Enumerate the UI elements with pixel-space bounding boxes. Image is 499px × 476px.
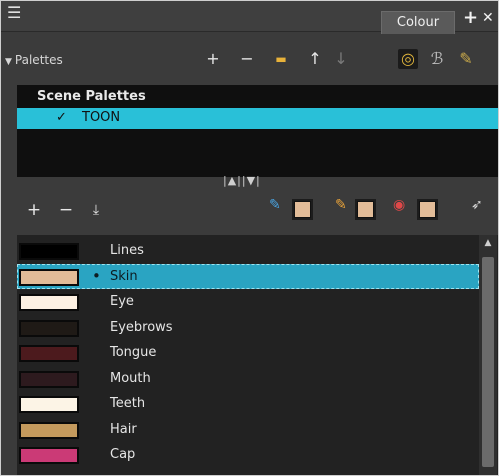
colour-name: Eyebrows: [110, 319, 173, 335]
colour-item-lines[interactable]: Lines: [17, 238, 479, 263]
colour-item-eyebrows[interactable]: Eyebrows: [17, 315, 479, 340]
colour-item-hair[interactable]: Hair: [17, 417, 479, 442]
edit-palette-icon[interactable]: ℬ: [427, 49, 447, 69]
folder-icon[interactable]: ▬: [271, 49, 291, 69]
brush-colour-swatch[interactable]: [294, 201, 311, 218]
colour-swatch[interactable]: [19, 294, 79, 311]
colour-name: Hair: [110, 421, 137, 437]
colour-swatch[interactable]: [19, 268, 79, 286]
colour-item-mouth[interactable]: Mouth: [17, 366, 479, 391]
add-texture-icon[interactable]: ⤓: [85, 199, 107, 221]
palettes-toolbar: ▼ Palettes + − ▬ ↑ ↓ ◎ ℬ ✎: [1, 39, 498, 79]
colour-panel: ☰ Colour + ✕ ▼ Palettes + − ▬ ↑ ↓ ◎ ℬ ✎ S…: [0, 0, 499, 476]
colour-toolbar: + − ⤓ ✎ ✎ ◉ ➶: [1, 193, 498, 229]
scrollbar[interactable]: ▲: [479, 235, 497, 475]
colour-item-skin[interactable]: • Skin: [17, 263, 479, 289]
close-icon[interactable]: ✕: [482, 10, 494, 26]
scroll-thumb[interactable]: [482, 257, 494, 467]
triangle-down-icon: ▼: [5, 57, 12, 67]
palettes-label: Palettes: [14, 53, 63, 67]
colour-name: Mouth: [110, 370, 151, 386]
scroll-up-icon[interactable]: ▲: [479, 235, 497, 251]
colour-name: Eye: [110, 294, 134, 309]
move-up-icon[interactable]: ↑: [305, 49, 325, 69]
add-palette-icon[interactable]: +: [203, 49, 223, 69]
colour-name: Lines: [110, 243, 144, 258]
remove-colour-icon[interactable]: −: [55, 199, 77, 221]
pencil-colour-swatch[interactable]: [357, 201, 374, 218]
colour-swatch[interactable]: [19, 370, 79, 388]
colour-name: Teeth: [110, 396, 146, 411]
colour-item-cap[interactable]: Cap: [17, 442, 479, 467]
colour-swatch[interactable]: [19, 243, 79, 260]
menu-icon[interactable]: ☰: [7, 5, 21, 21]
colour-swatch[interactable]: [19, 319, 79, 337]
palette-item-label: TOON: [82, 110, 121, 125]
colour-name: Skin: [110, 268, 138, 284]
palette-item-toon[interactable]: ✓ TOON: [17, 108, 498, 129]
colour-list: Cap Hair Teeth Mouth Tongue Eyebrows Eye • Skin L…: [17, 235, 498, 475]
panel-titlebar: ☰ Colour + ✕: [1, 1, 498, 34]
colour-swatch[interactable]: [19, 447, 79, 464]
palette-list: Scene Palettes ✓ TOON: [17, 85, 498, 177]
check-icon: ✓: [56, 110, 67, 125]
colour-item-tongue[interactable]: Tongue: [17, 340, 479, 365]
palette-lock-icon[interactable]: ◎: [398, 49, 418, 69]
paint-colour-swatch[interactable]: [419, 201, 436, 218]
colour-name: Cap: [110, 447, 136, 462]
move-down-icon[interactable]: ↓: [331, 49, 351, 69]
brush-icon[interactable]: ✎: [269, 197, 281, 213]
splitter-arrows-icon[interactable]: |▲||▼|: [223, 174, 261, 187]
add-tab-icon[interactable]: +: [463, 9, 478, 27]
remove-palette-icon[interactable]: −: [237, 49, 257, 69]
paint-bucket-icon[interactable]: ◉: [393, 197, 405, 213]
colour-swatch[interactable]: [19, 396, 79, 413]
scene-palettes-header: Scene Palettes: [37, 89, 146, 104]
colour-swatch[interactable]: [19, 345, 79, 362]
palette-options-icon[interactable]: ✎: [456, 49, 476, 69]
dropper-icon[interactable]: ➶: [471, 197, 483, 213]
tab-colour[interactable]: Colour: [381, 11, 455, 34]
colour-swatch[interactable]: [19, 421, 79, 439]
current-colour-icon: •: [92, 266, 101, 285]
palettes-collapse-toggle[interactable]: ▼ Palettes: [5, 53, 63, 67]
panel-splitter[interactable]: |▲||▼|: [1, 174, 498, 187]
add-colour-icon[interactable]: +: [23, 199, 45, 221]
pencil-icon[interactable]: ✎: [335, 197, 347, 213]
colour-item-eye[interactable]: Eye: [17, 289, 479, 314]
colour-name: Tongue: [110, 345, 157, 360]
colour-item-teeth[interactable]: Teeth: [17, 391, 479, 416]
